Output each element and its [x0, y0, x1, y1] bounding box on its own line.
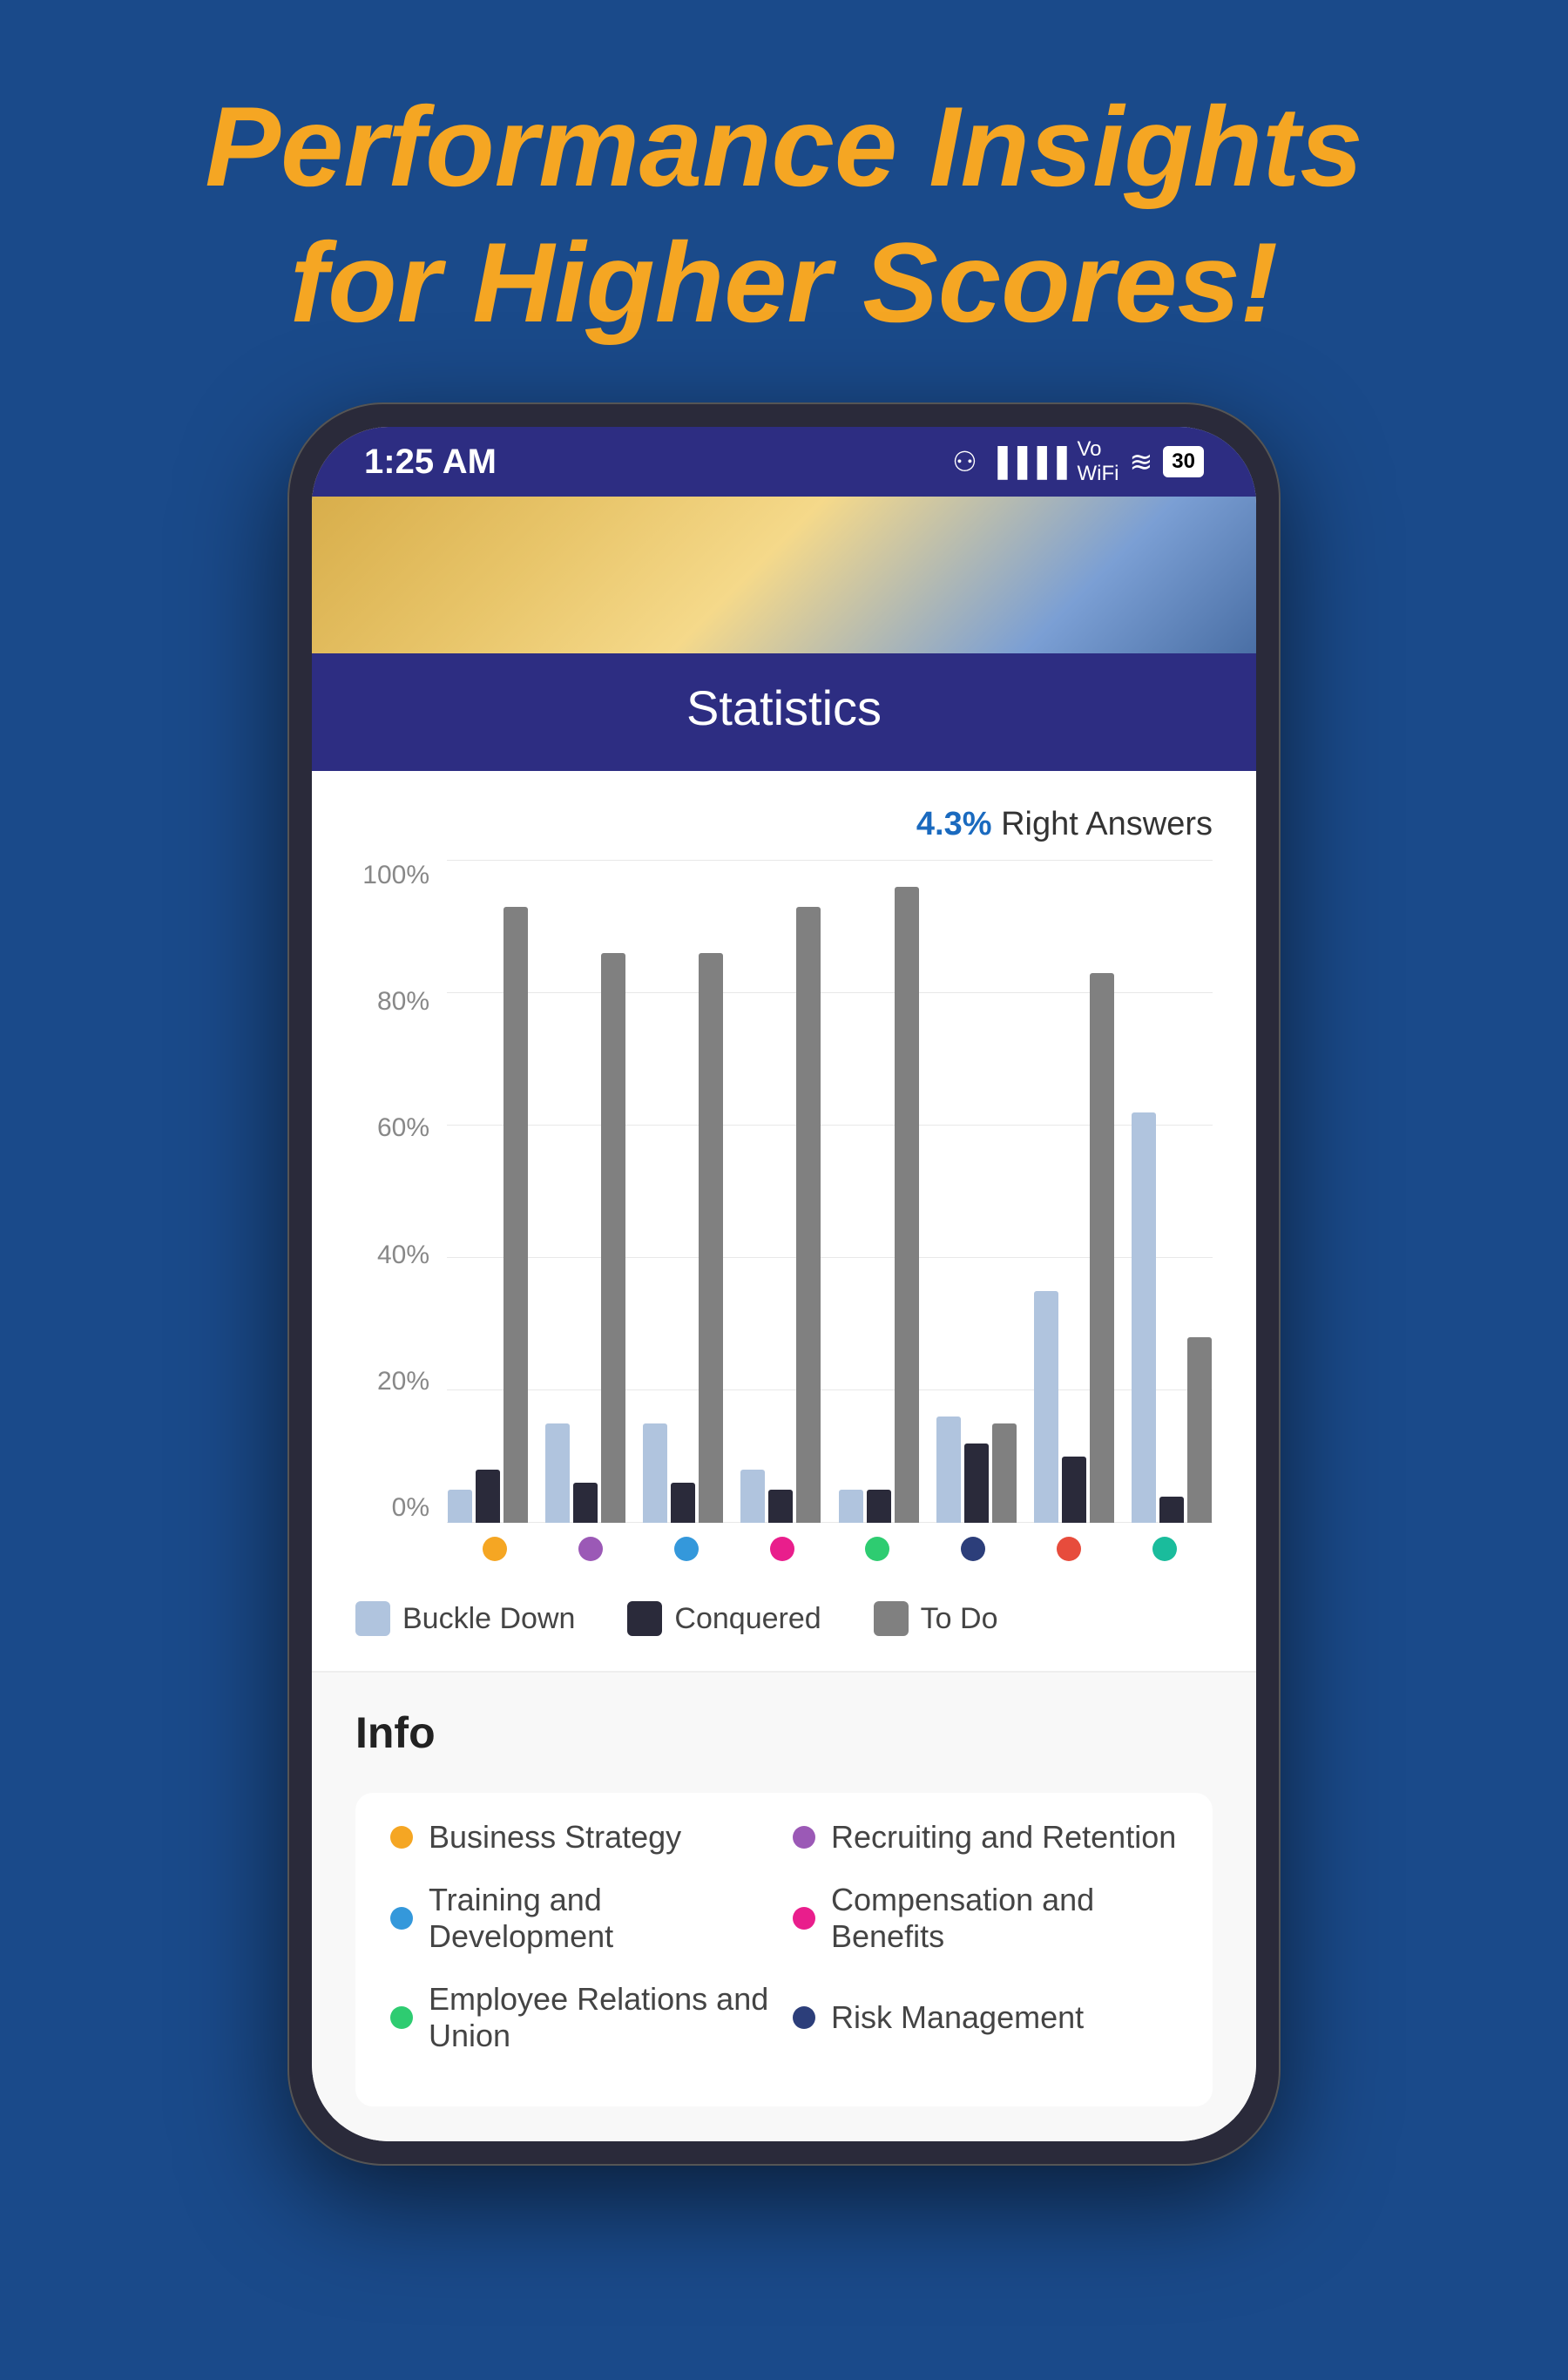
info-title: Info	[355, 1707, 1213, 1758]
info-row-3: Employee Relations and Union Risk Manage…	[390, 1981, 1178, 2054]
bars-area	[447, 861, 1213, 1523]
info-label-business-strategy: Business Strategy	[429, 1819, 681, 1856]
legend-swatch-conquered	[627, 1601, 662, 1636]
legend-label-buckle-down: Buckle Down	[402, 1602, 575, 1636]
y-axis: 100% 80% 60% 40% 20% 0%	[355, 861, 443, 1523]
dot-compensation	[770, 1537, 794, 1561]
status-time: 1:25 AM	[364, 443, 497, 482]
app-title: Statistics	[686, 680, 882, 735]
status-bar: 1:25 AM ⚇ ▐▐▐▐ VoWiFi ≋ 30	[312, 427, 1256, 497]
info-dot-compensation	[793, 1907, 815, 1930]
info-label-training: Training and Development	[429, 1882, 775, 1955]
legend-conquered: Conquered	[627, 1601, 821, 1636]
info-label-recruiting: Recruiting and Retention	[831, 1819, 1176, 1856]
info-label-compensation: Compensation and Benefits	[831, 1882, 1178, 1955]
legend-label-todo: To Do	[921, 1602, 998, 1636]
phone-screen: 1:25 AM ⚇ ▐▐▐▐ VoWiFi ≋ 30 Statistics 4.…	[312, 427, 1256, 2141]
legend-todo: To Do	[874, 1601, 998, 1636]
dot-extra2	[1152, 1537, 1177, 1561]
info-item-business-strategy: Business Strategy	[390, 1819, 775, 1856]
dot-training	[674, 1537, 699, 1561]
signal-icon: ▐▐▐▐	[988, 446, 1067, 478]
legend-swatch-buckle-down	[355, 1601, 390, 1636]
phone-frame: 1:25 AM ⚇ ▐▐▐▐ VoWiFi ≋ 30 Statistics 4.…	[287, 402, 1281, 2166]
bar-group-1	[447, 861, 529, 1523]
info-dot-recruiting	[793, 1826, 815, 1849]
info-label-employee-relations: Employee Relations and Union	[429, 1981, 775, 2054]
legend-buckle-down: Buckle Down	[355, 1601, 575, 1636]
dot-row	[447, 1523, 1213, 1575]
bar-group-3	[642, 861, 724, 1523]
bluetooth-icon: ⚇	[952, 445, 977, 478]
bar-group-2	[544, 861, 626, 1523]
chart-right-answers-label: Right Answers	[1001, 806, 1213, 842]
bar-group-8	[1131, 861, 1213, 1523]
chart-section: 4.3% Right Answers 100% 80% 60% 40% 20% …	[312, 771, 1256, 1671]
dot-risk-management	[961, 1537, 985, 1561]
page-title-section: Performance Insights for Higher Scores!	[0, 0, 1568, 402]
phone-wrapper: 1:25 AM ⚇ ▐▐▐▐ VoWiFi ≋ 30 Statistics 4.…	[0, 402, 1568, 2166]
info-row-1: Business Strategy Recruiting and Retenti…	[390, 1819, 1178, 1856]
info-item-training: Training and Development	[390, 1882, 775, 1955]
info-label-risk-management: Risk Management	[831, 1999, 1084, 2036]
main-headline: Performance Insights for Higher Scores!	[0, 78, 1568, 350]
chart-container: 100% 80% 60% 40% 20% 0%	[355, 861, 1213, 1575]
info-dot-training	[390, 1907, 413, 1930]
bar-group-7	[1033, 861, 1115, 1523]
dot-employee-relations	[865, 1537, 889, 1561]
info-item-compensation: Compensation and Benefits	[793, 1882, 1178, 1955]
wifi-icon: ≋	[1129, 445, 1152, 478]
legend-swatch-todo	[874, 1601, 909, 1636]
info-section: Info Business Strategy Recruiting and Re…	[312, 1671, 1256, 2141]
chart-percentage: 4.3%	[916, 806, 992, 842]
app-header: Statistics	[312, 653, 1256, 771]
dot-extra1	[1057, 1537, 1081, 1561]
info-dot-employee-relations	[390, 2006, 413, 2029]
info-row-2: Training and Development Compensation an…	[390, 1882, 1178, 1955]
chart-legend: Buckle Down Conquered To Do	[355, 1601, 1213, 1636]
status-icons: ⚇ ▐▐▐▐ VoWiFi ≋ 30	[952, 437, 1204, 486]
legend-label-conquered: Conquered	[674, 1602, 821, 1636]
dot-business-strategy	[483, 1537, 507, 1561]
info-grid: Business Strategy Recruiting and Retenti…	[355, 1793, 1213, 2106]
battery-icon: 30	[1163, 446, 1204, 477]
chart-header: 4.3% Right Answers	[355, 806, 1213, 843]
bar-group-4	[740, 861, 821, 1523]
bar-group-5	[838, 861, 920, 1523]
bar-group-6	[936, 861, 1017, 1523]
info-dot-business-strategy	[390, 1826, 413, 1849]
dot-recruiting	[578, 1537, 603, 1561]
info-item-risk-management: Risk Management	[793, 1981, 1178, 2054]
info-item-recruiting: Recruiting and Retention	[793, 1819, 1178, 1856]
info-item-employee-relations: Employee Relations and Union	[390, 1981, 775, 2054]
wifi-label: VoWiFi	[1078, 437, 1119, 486]
info-dot-risk-management	[793, 2006, 815, 2029]
